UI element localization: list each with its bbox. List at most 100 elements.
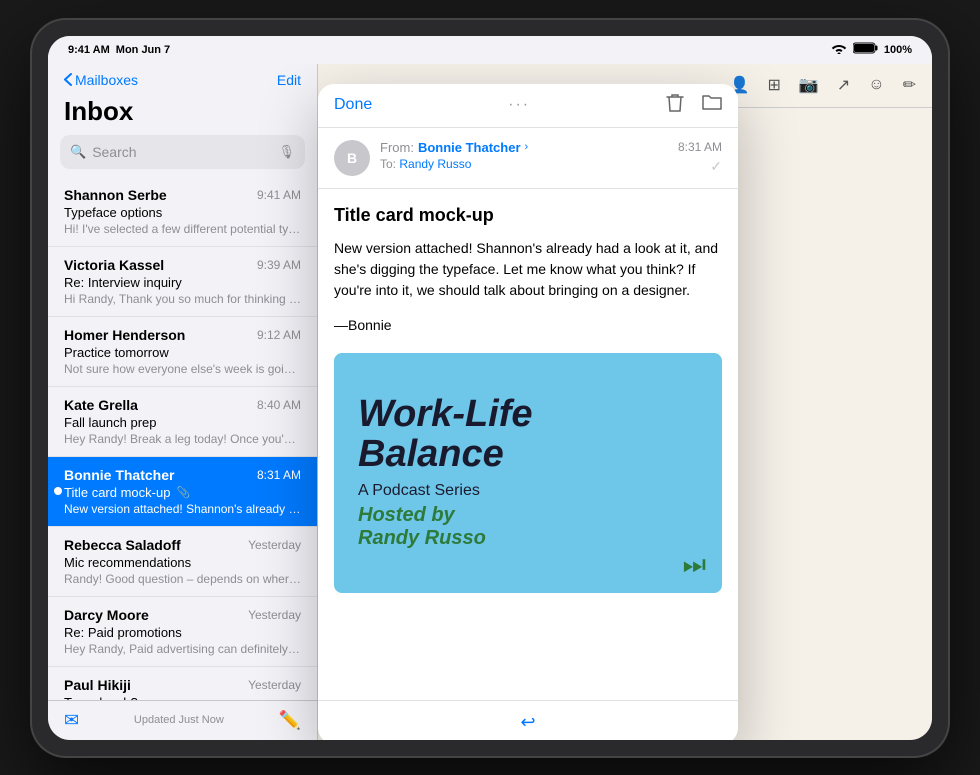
- mail-footer: ✉ Updated Just Now ✏️: [48, 700, 317, 740]
- mail-subject: Re: Paid promotions: [64, 625, 301, 640]
- mail-sender: Shannon Serbe: [64, 187, 167, 203]
- mail-sidebar: Mailboxes Edit Inbox 🔍 Search 🎙 Shannon …: [48, 64, 318, 740]
- mail-nav: Mailboxes Edit: [48, 64, 317, 92]
- mail-subject: Typeface options: [64, 205, 301, 220]
- unread-dot: [54, 487, 62, 495]
- mail-preview: Hi Randy, Thank you so much for thinking…: [64, 292, 301, 306]
- edit-button[interactable]: Edit: [277, 72, 301, 88]
- mail-item[interactable]: Darcy Moore Yesterday Re: Paid promotion…: [48, 597, 317, 667]
- mail-item[interactable]: Kate Grella 8:40 AM Fall launch prep Hey…: [48, 387, 317, 457]
- modal-toolbar: Done ···: [318, 84, 738, 128]
- mail-time: 9:39 AM: [257, 258, 301, 272]
- status-bar-left: 9:41 AM Mon Jun 7: [68, 44, 170, 56]
- more-options-icon[interactable]: ···: [508, 96, 530, 114]
- mail-time: Yesterday: [248, 538, 301, 552]
- mail-preview: Hey Randy, Paid advertising can definite…: [64, 642, 301, 656]
- play-button[interactable]: ⏭: [683, 549, 706, 581]
- search-placeholder: Search: [92, 144, 272, 160]
- mailboxes-back-button[interactable]: Mailboxes: [64, 72, 138, 88]
- email-body: Title card mock-up New version attached!…: [318, 189, 738, 700]
- mail-item[interactable]: Paul Hikiji Yesterday Team lunch? Was th…: [48, 667, 317, 700]
- arrow-icon: ↗: [837, 75, 850, 95]
- reply-icon[interactable]: ↩: [520, 712, 535, 733]
- mail-item[interactable]: Homer Henderson 9:12 AM Practice tomorro…: [48, 317, 317, 387]
- email-meta: From: Bonnie Thatcher › To: Randy Russo: [380, 140, 668, 171]
- email-from-row: B From: Bonnie Thatcher › To: Randy Russ…: [334, 140, 722, 176]
- status-time: 9:41 AM: [68, 44, 110, 56]
- mail-preview: Not sure how everyone else's week is goi…: [64, 362, 301, 376]
- email-header: B From: Bonnie Thatcher › To: Randy Russ…: [318, 128, 738, 189]
- mail-item[interactable]: Victoria Kassel 9:39 AM Re: Interview in…: [48, 247, 317, 317]
- mail-sender: Homer Henderson: [64, 327, 185, 343]
- search-icon: 🔍: [70, 144, 86, 160]
- mail-status: Updated Just Now: [134, 714, 224, 726]
- checkmark-icon: ✓: [710, 158, 722, 175]
- mail-subject: Re: Interview inquiry: [64, 275, 301, 290]
- mail-time: Yesterday: [248, 678, 301, 692]
- recipient-name[interactable]: Randy Russo: [399, 157, 471, 171]
- done-button[interactable]: Done: [334, 96, 372, 114]
- mail-preview: Randy! Good question – depends on where …: [64, 572, 301, 586]
- emoji-icon: ☺: [868, 76, 884, 94]
- podcast-title: Work-LifeBalance: [358, 395, 533, 475]
- compose-icon[interactable]: ✏️: [279, 710, 301, 731]
- mail-sender: Kate Grella: [64, 397, 138, 413]
- ipad-frame: 9:41 AM Mon Jun 7: [30, 18, 950, 758]
- email-signature: —Bonnie: [334, 317, 722, 333]
- mail-preview: Hi! I've selected a few different potent…: [64, 222, 301, 236]
- main-content: Mailboxes Edit Inbox 🔍 Search 🎙 Shannon …: [48, 64, 932, 740]
- email-from-line: From: Bonnie Thatcher ›: [380, 140, 668, 155]
- mic-icon: 🎙: [278, 144, 295, 160]
- mail-time: 8:31 AM: [257, 468, 301, 482]
- modal-actions: [666, 93, 722, 118]
- mail-preview: New version attached! Shannon's already …: [64, 502, 301, 516]
- podcast-subtitle: A Podcast Series: [358, 482, 480, 500]
- mail-subject: Fall launch prep: [64, 415, 301, 430]
- email-body-text: New version attached! Shannon's already …: [334, 238, 722, 301]
- status-bar: 9:41 AM Mon Jun 7: [48, 36, 932, 64]
- folder-icon[interactable]: [702, 93, 722, 118]
- mail-sender: Victoria Kassel: [64, 257, 164, 273]
- mail-subject: Title card mock-up 📎: [64, 485, 301, 500]
- pencil-icon[interactable]: ✏: [903, 75, 916, 95]
- battery-pct: 100%: [884, 44, 912, 56]
- mail-sender: Paul Hikiji: [64, 677, 131, 693]
- search-bar[interactable]: 🔍 Search 🎙: [60, 135, 305, 169]
- mail-list: Shannon Serbe 9:41 AM Typeface options H…: [48, 177, 317, 700]
- mail-subject: Team lunch?: [64, 695, 301, 700]
- email-time: 8:31 AM: [678, 140, 722, 154]
- chevron-right-icon: ›: [525, 141, 529, 153]
- status-bar-right: 100%: [831, 42, 912, 57]
- mail-sender: Bonnie Thatcher: [64, 467, 174, 483]
- mail-time: 8:40 AM: [257, 398, 301, 412]
- camera-icon: 📷: [799, 75, 819, 95]
- email-subject: Title card mock-up: [334, 205, 722, 226]
- mail-time: Yesterday: [248, 608, 301, 622]
- mail-item[interactable]: Shannon Serbe 9:41 AM Typeface options H…: [48, 177, 317, 247]
- mail-sender: Darcy Moore: [64, 607, 149, 623]
- email-to-line: To: Randy Russo: [380, 157, 668, 171]
- podcast-hosted: Hosted by Randy Russo: [358, 504, 486, 550]
- email-modal: Done ··· B: [318, 84, 738, 740]
- mail-preview: Hey Randy! Break a leg today! Once you'v…: [64, 432, 301, 446]
- mail-item[interactable]: Rebecca Saladoff Yesterday Mic recommend…: [48, 527, 317, 597]
- grid-icon: ⊞: [768, 75, 781, 95]
- ipad-screen: 9:41 AM Mon Jun 7: [48, 36, 932, 740]
- mail-subject: Mic recommendations: [64, 555, 301, 570]
- mail-item-active[interactable]: Bonnie Thatcher 8:31 AM Title card mock-…: [48, 457, 317, 527]
- mail-subject: Practice tomorrow: [64, 345, 301, 360]
- sender-avatar: B: [334, 140, 370, 176]
- mail-time: 9:12 AM: [257, 328, 301, 342]
- podcast-image: Work-LifeBalance A Podcast Series Hosted…: [334, 353, 722, 593]
- mail-sender: Rebecca Saladoff: [64, 537, 181, 553]
- status-date: Mon Jun 7: [116, 44, 170, 56]
- wifi-icon: [831, 42, 847, 57]
- from-label: From:: [380, 140, 414, 155]
- mail-icon: ✉: [64, 710, 79, 731]
- sender-name[interactable]: Bonnie Thatcher: [418, 140, 521, 155]
- inbox-title: Inbox: [48, 92, 317, 135]
- trash-icon[interactable]: [666, 93, 684, 118]
- attachment-icon: 📎: [176, 486, 190, 499]
- battery-icon: [853, 42, 878, 57]
- email-reply-row: ↩: [318, 700, 738, 740]
